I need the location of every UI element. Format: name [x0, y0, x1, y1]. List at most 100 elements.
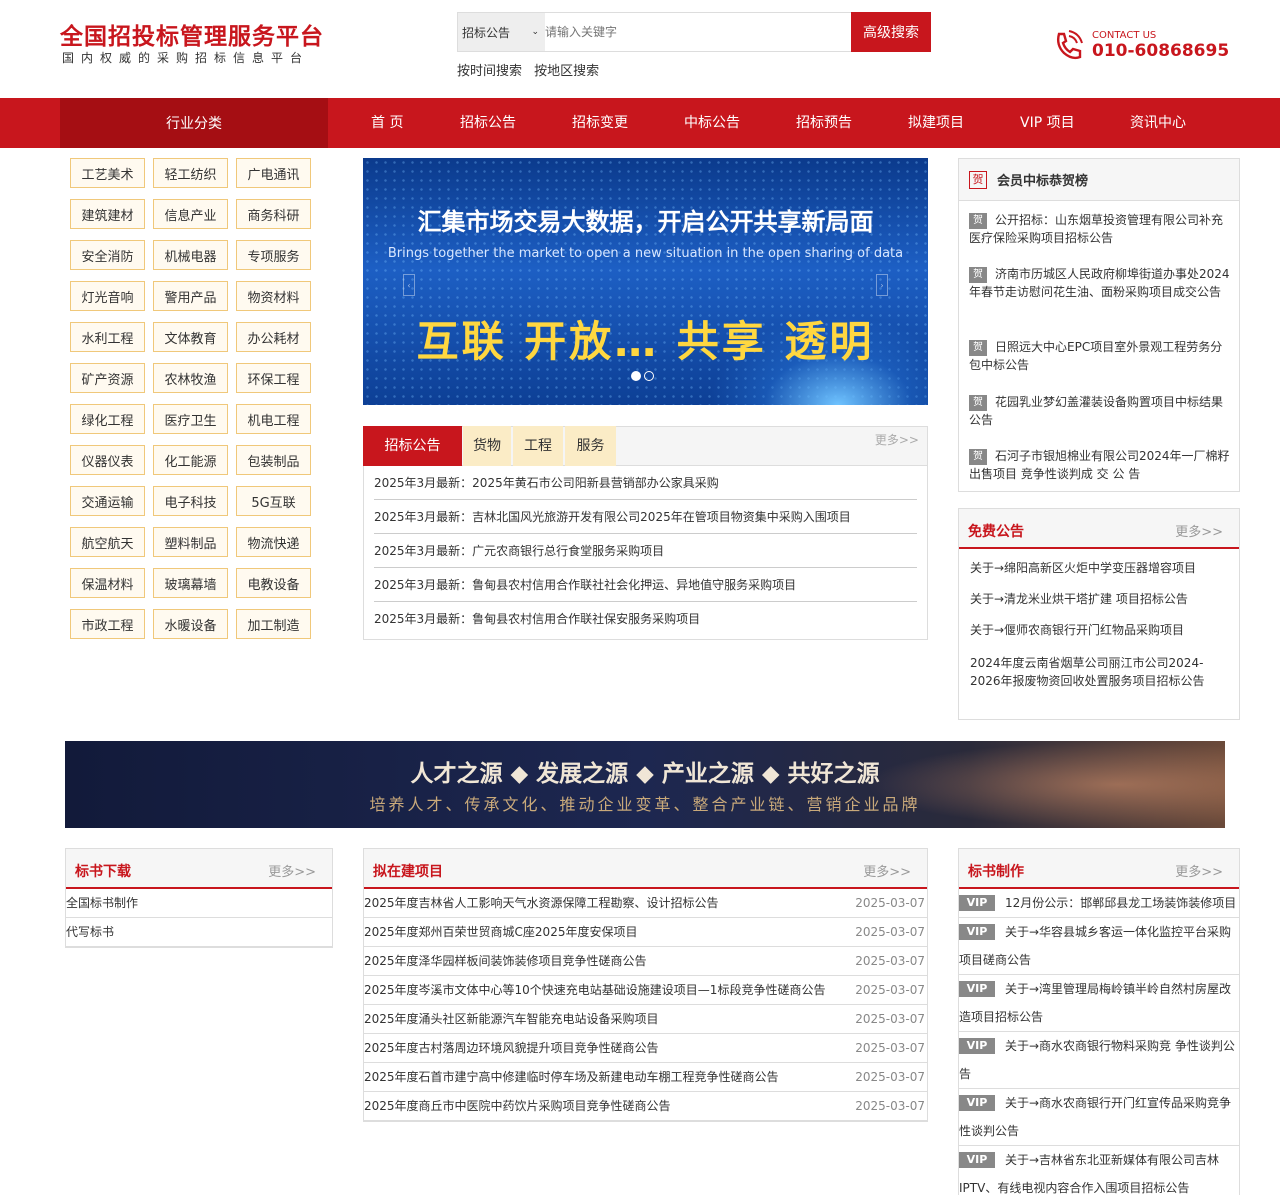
category-item[interactable]: 矿产资源	[70, 363, 145, 393]
category-item[interactable]: 水利工程	[70, 322, 145, 352]
table-row[interactable]: 2025年度涌头社区新能源汽车智能充电站设备采购项目 2025-03-07	[364, 1005, 927, 1034]
table-row[interactable]: 2025年度郑州百荣世贸商城C座2025年度安保项目 2025-03-07	[364, 918, 927, 947]
category-item[interactable]: 电教设备	[236, 568, 311, 598]
category-item[interactable]: 绿化工程	[70, 404, 145, 434]
nav-home[interactable]: 首 页	[371, 98, 403, 148]
category-item[interactable]: 保温材料	[70, 568, 145, 598]
hero-banner[interactable]: 汇集市场交易大数据，开启公开共享新局面 Brings together the …	[363, 158, 928, 405]
tab-goods[interactable]: 货物	[463, 426, 511, 466]
table-row[interactable]: 2025年度商丘市中医院中药饮片采购项目竞争性磋商公告 2025-03-07	[364, 1092, 927, 1121]
list-item[interactable]: 2025年3月最新：吉林北国风光旅游开发有限公司2025年在管项目物资集中采购入…	[374, 500, 917, 534]
list-item[interactable]: 2025年3月最新：鲁甸县农村信用合作联社保安服务采购项目	[374, 602, 917, 636]
category-item[interactable]: 文体教育	[153, 322, 228, 352]
chevron-down-icon: ⌄	[531, 27, 539, 37]
list-item[interactable]: 关于→绵阳高新区火炬中学变压器增容项目	[970, 559, 1232, 577]
category-item[interactable]: 水暖设备	[153, 609, 228, 639]
table-row[interactable]: 2025年度吉林省人工影响天气水资源保障工程勘察、设计招标公告 2025-03-0…	[364, 889, 927, 918]
list-item[interactable]: VIP 关于→华容县城乡客运一体化监控平台采购项目磋商公告	[959, 918, 1239, 975]
search-by-time-link[interactable]: 按时间搜索	[457, 64, 522, 79]
planned-more-link[interactable]: 更多>>	[863, 861, 911, 880]
tab-engineering[interactable]: 工程	[513, 426, 563, 466]
free-more-link[interactable]: 更多>>	[1175, 521, 1223, 540]
banner-dot-1[interactable]	[631, 370, 641, 381]
category-item[interactable]: 市政工程	[70, 609, 145, 639]
category-item[interactable]: 机电工程	[236, 404, 311, 434]
list-item[interactable]: 2024年度云南省烟草公司丽江市公司2024-2026年报废物资回收处置服务项目…	[970, 654, 1232, 690]
nav-planned-projects[interactable]: 拟建项目	[908, 98, 964, 148]
category-item[interactable]: 加工制造	[236, 609, 311, 639]
category-item[interactable]: 警用产品	[153, 281, 228, 311]
list-item[interactable]: 2025年3月最新：广元农商银行总行食堂服务采购项目	[374, 534, 917, 568]
make-more-link[interactable]: 更多>>	[1175, 861, 1223, 880]
category-item[interactable]: 轻工纺织	[153, 158, 228, 188]
category-item[interactable]: 信息产业	[153, 199, 228, 229]
search-type-select[interactable]: 招标公告 ⌄	[458, 13, 545, 51]
category-item[interactable]: 办公耗材	[236, 322, 311, 352]
category-item[interactable]: 广电通讯	[236, 158, 311, 188]
category-item[interactable]: 交通运输	[70, 486, 145, 516]
tab-more-link[interactable]: 更多>>	[875, 431, 919, 448]
category-item[interactable]: 仪器仪表	[70, 445, 145, 475]
list-item[interactable]: VIP 关于→商水农商银行物料采购竞 争性谈判公告	[959, 1032, 1239, 1089]
site-title[interactable]: 全国招投标管理服务平台	[60, 17, 324, 51]
promo-banner[interactable]: 人才之源 ◆ 发展之源 ◆ 产业之源 ◆ 共好之源 培养人才、传承文化、推动企业…	[65, 741, 1225, 828]
category-item[interactable]: 5G互联	[236, 486, 311, 516]
nav-award-notice[interactable]: 中标公告	[684, 98, 740, 148]
banner-next-arrow[interactable]: ›	[876, 274, 888, 296]
list-item[interactable]: 代写标书	[66, 918, 332, 947]
list-item[interactable]: VIP 关于→商水农商银行开门红宣传品采购竞争性谈判公告	[959, 1089, 1239, 1146]
list-item[interactable]: 贺花园乳业梦幻盖灌装设备购置项目中标结果公告	[969, 393, 1233, 429]
search-by-region-link[interactable]: 按地区搜索	[534, 64, 599, 79]
category-item[interactable]: 商务科研	[236, 199, 311, 229]
category-item[interactable]: 包装制品	[236, 445, 311, 475]
table-row[interactable]: 2025年度岑溪市文体中心等10个快速充电站基础设施建设项目—1标段竞争性磋商公…	[364, 976, 927, 1005]
category-item[interactable]: 灯光音响	[70, 281, 145, 311]
list-item[interactable]: 关于→清龙米业烘干塔扩建 项目招标公告	[970, 590, 1232, 608]
category-item[interactable]: 专项服务	[236, 240, 311, 270]
tab-tender-notice[interactable]: 招标公告	[363, 426, 462, 466]
table-row[interactable]: 2025年度古村落周边环境风貌提升项目竞争性磋商公告 2025-03-07	[364, 1034, 927, 1063]
list-item[interactable]: 2025年3月最新：2025年黄石市公司阳新县营销部办公家具采购	[374, 466, 917, 500]
category-item[interactable]: 环保工程	[236, 363, 311, 393]
category-item[interactable]: 航空航天	[70, 527, 145, 557]
list-item[interactable]: 贺石河子市银旭棉业有限公司2024年一厂棉籽出售项目 竞争性谈判成 交 公 告	[969, 447, 1233, 483]
nav-industry-category[interactable]: 行业分类	[60, 98, 328, 148]
list-item[interactable]: 关于→偃师农商银行开门红物品采购项目	[970, 621, 1232, 639]
category-item[interactable]: 医疗卫生	[153, 404, 228, 434]
banner-slogan: 互联 开放… 共享 透明	[416, 317, 875, 366]
list-item[interactable]: 贺济南市历城区人民政府柳埠街道办事处2024年春节走访慰问花生油、面粉采购项目成…	[969, 265, 1233, 301]
table-row[interactable]: 2025年度石首市建宁高中修建临时停车场及新建电动车棚工程竞争性磋商公告 2025…	[364, 1063, 927, 1092]
download-more-link[interactable]: 更多>>	[268, 861, 316, 880]
category-item[interactable]: 玻璃幕墙	[153, 568, 228, 598]
table-row[interactable]: 2025年度泽华园样板间装饰装修项目竞争性磋商公告 2025-03-07	[364, 947, 927, 976]
rank-header: 贺 会员中标恭贺榜	[959, 159, 1239, 201]
nav-news-center[interactable]: 资讯中心	[1130, 98, 1186, 148]
advanced-search-button[interactable]: 高级搜索	[851, 12, 931, 52]
list-item[interactable]: VIP 12月份公示：邯郸邱县龙工场装饰装修项目	[959, 889, 1239, 918]
category-item[interactable]: 安全消防	[70, 240, 145, 270]
search-input[interactable]	[545, 13, 851, 51]
category-item[interactable]: 物流快递	[236, 527, 311, 557]
category-item[interactable]: 塑料制品	[153, 527, 228, 557]
category-item[interactable]: 农林牧渔	[153, 363, 228, 393]
list-item[interactable]: 贺日照远大中心EPC项目室外景观工程劳务分包中标公告	[969, 338, 1233, 374]
category-item[interactable]: 物资材料	[236, 281, 311, 311]
nav-tender-change[interactable]: 招标变更	[572, 98, 628, 148]
category-item[interactable]: 机械电器	[153, 240, 228, 270]
list-item[interactable]: 2025年3月最新：鲁甸县农村信用合作联社社会化押运、异地值守服务采购项目	[374, 568, 917, 602]
category-item[interactable]: 工艺美术	[70, 158, 145, 188]
contact-phone[interactable]: 010-60868695	[1092, 41, 1229, 61]
list-item[interactable]: 全国标书制作	[66, 889, 332, 918]
list-item[interactable]: VIP 关于→吉林省东北亚新媒体有限公司吉林IPTV、有线电视内容合作入围项目招标…	[959, 1146, 1239, 1195]
list-item[interactable]: VIP 关于→湾里管理局梅岭镇半岭自然村房屋改造项目招标公告	[959, 975, 1239, 1032]
tab-services[interactable]: 服务	[565, 426, 616, 466]
category-item[interactable]: 电子科技	[153, 486, 228, 516]
nav-tender-preview[interactable]: 招标预告	[796, 98, 852, 148]
category-item[interactable]: 化工能源	[153, 445, 228, 475]
list-item[interactable]: 贺公开招标：山东烟草投资管理有限公司补充医疗保险采购项目招标公告	[969, 211, 1233, 247]
banner-prev-arrow[interactable]: ‹	[403, 274, 415, 296]
category-item[interactable]: 建筑建材	[70, 199, 145, 229]
banner-dot-2[interactable]	[644, 370, 654, 381]
nav-vip-projects[interactable]: VIP 项目	[1020, 98, 1075, 148]
nav-tender-notice[interactable]: 招标公告	[460, 98, 516, 148]
